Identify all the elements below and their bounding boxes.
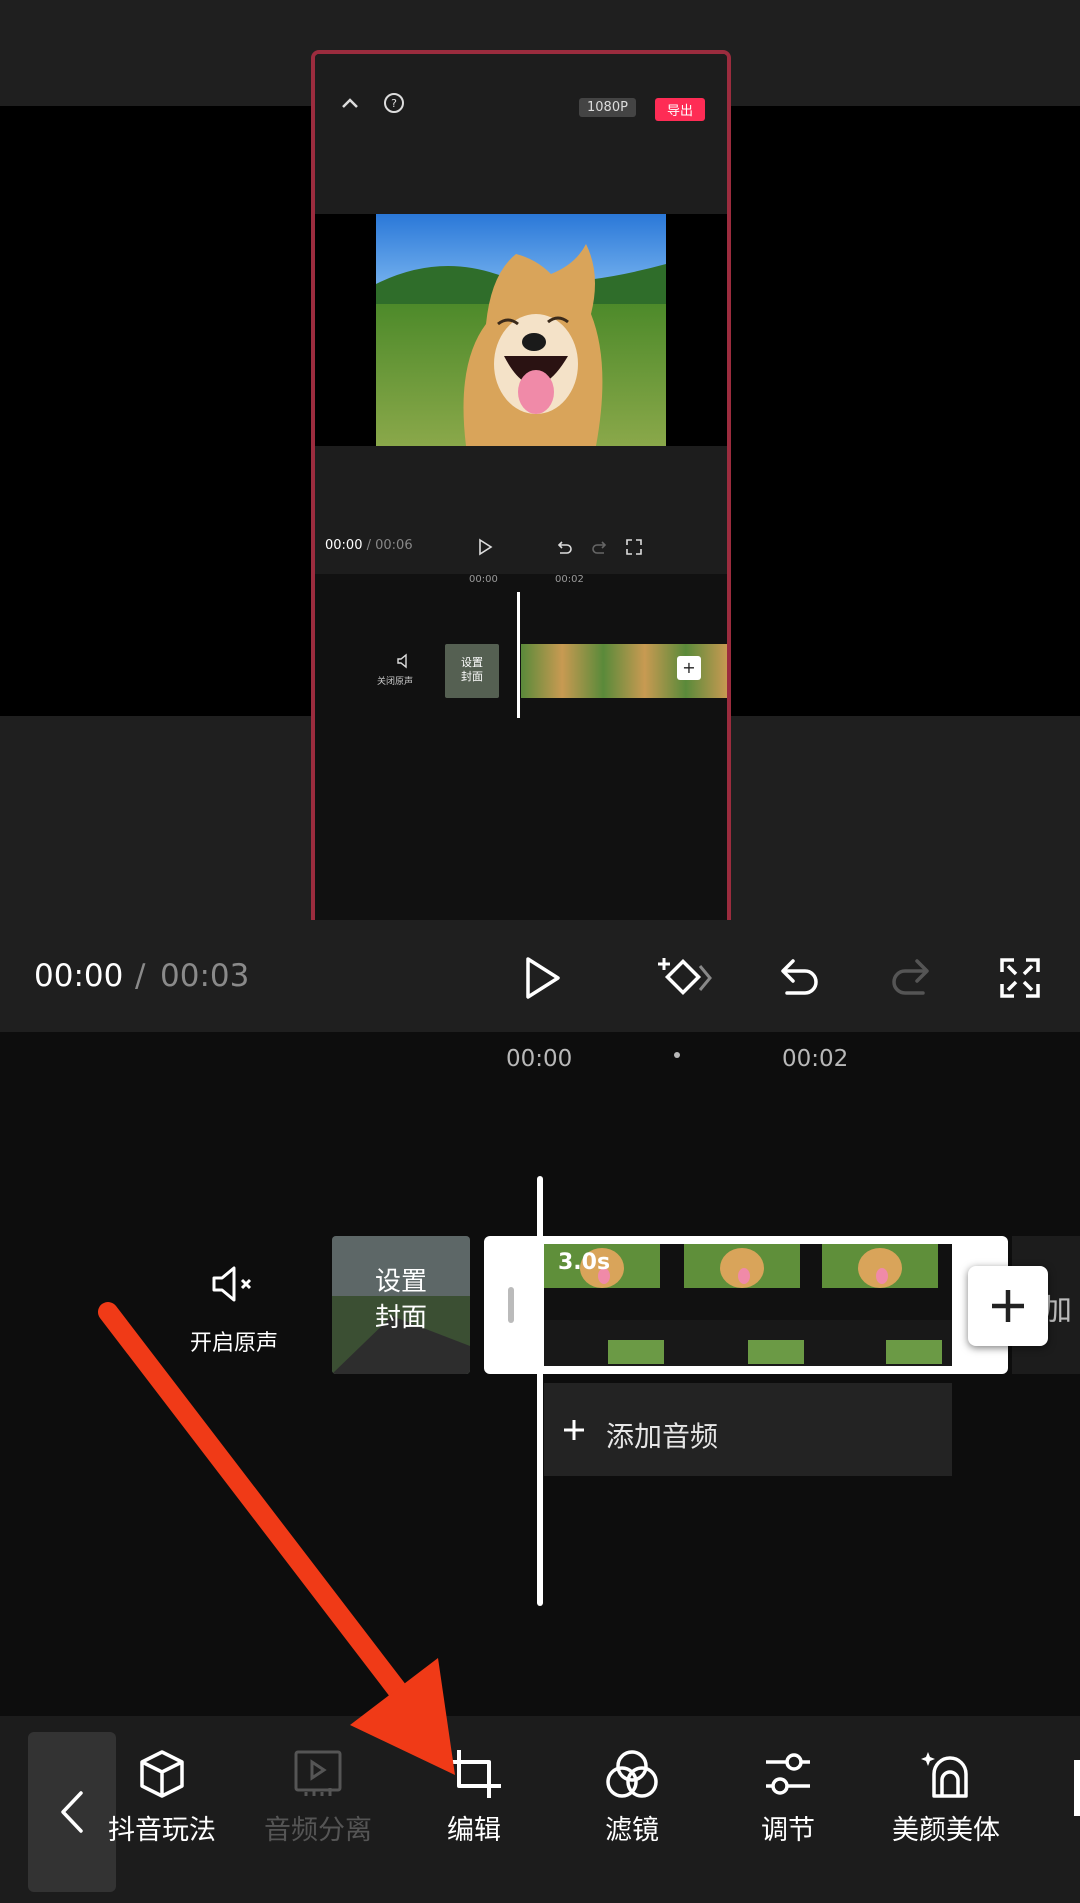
ruler-tick-0: 00:00 — [506, 1046, 573, 1072]
inner-play-icon — [479, 538, 493, 556]
svg-text:?: ? — [391, 97, 397, 110]
time-total: 00:03 — [160, 958, 250, 994]
filter-icon — [606, 1750, 658, 1798]
inner-top-bar — [315, 54, 727, 214]
inner-help-icon: ? — [384, 93, 404, 113]
original-sound-label[interactable]: 开启原声 — [190, 1325, 278, 1357]
tool-adjust[interactable]: 调节 — [708, 1748, 868, 1847]
clip-duration: 3.0s — [558, 1250, 611, 1275]
ruler-dot — [674, 1052, 680, 1058]
add-clip-button[interactable] — [968, 1266, 1048, 1346]
tool-label-beauty: 美颜美体 — [892, 1815, 1000, 1846]
cube-icon — [140, 1750, 184, 1798]
inner-undo-icon — [557, 541, 572, 554]
video-frame[interactable]: ? 1080P 导出 00:00 / 00:06 00:00 00:02 关闭原… — [311, 50, 731, 920]
plus-icon — [992, 1290, 1024, 1322]
original-sound-button[interactable] — [204, 1262, 264, 1306]
dog-photo — [376, 214, 666, 446]
inner-resolution-chip: 1080P — [579, 98, 636, 117]
redo-button[interactable] — [882, 950, 938, 1006]
keyframe-button[interactable] — [654, 950, 718, 1006]
inner-fullscreen-icon — [626, 539, 642, 555]
tool-label-filter: 滤镜 — [605, 1815, 659, 1846]
cover-label-line2: 封面 — [374, 1303, 427, 1333]
inner-collapse-icon — [342, 98, 358, 108]
inner-playhead — [517, 592, 520, 718]
clip-trim-handle[interactable] — [508, 1287, 514, 1323]
time-current: 00:00 — [34, 958, 124, 994]
tool-label-douyin-play: 抖音玩法 — [108, 1815, 216, 1846]
inner-export-chip: 导出 — [655, 98, 706, 121]
crop-icon — [447, 1750, 501, 1798]
set-cover-button[interactable]: 设置 封面 — [332, 1236, 470, 1374]
timeline-playhead[interactable] — [537, 1176, 543, 1606]
tool-filter[interactable]: 滤镜 — [552, 1748, 712, 1847]
tool-beauty[interactable]: 美颜美体 — [866, 1748, 1026, 1847]
tool-label-adjust: 调节 — [761, 1815, 815, 1846]
adjust-icon — [766, 1753, 810, 1795]
inner-timeline — [315, 574, 727, 920]
tool-audio-separate: 音频分离 — [238, 1748, 398, 1847]
inner-cover: 设置 封面 — [445, 644, 499, 698]
fullscreen-button[interactable] — [992, 950, 1048, 1006]
add-audio-label: 添加音频 — [606, 1420, 719, 1453]
inner-ruler-2: 00:02 — [555, 574, 584, 585]
undo-icon — [781, 959, 818, 995]
inner-time-total: 00:06 — [375, 538, 413, 553]
time-separator: / — [135, 958, 146, 994]
tool-label-audio-separate: 音频分离 — [264, 1815, 372, 1846]
play-button[interactable] — [514, 950, 570, 1006]
mute-speaker-icon — [212, 1266, 252, 1302]
next-tool-peek — [1074, 1760, 1080, 1816]
inner-mute-label: 关闭原声 — [377, 677, 414, 687]
inner-ruler-0: 00:00 — [469, 574, 498, 585]
ruler-tick-2: 00:02 — [782, 1046, 849, 1072]
play-icon — [526, 957, 560, 999]
tool-douyin-play[interactable]: 抖音玩法 — [82, 1748, 242, 1847]
inner-time-readout: 00:00 / 00:06 — [325, 538, 413, 553]
keyframe-icon — [658, 958, 712, 996]
inner-add-icon: + — [677, 656, 701, 680]
beauty-icon — [921, 1752, 968, 1798]
tool-edit[interactable]: 编辑 — [394, 1748, 554, 1847]
add-audio-plus-icon — [564, 1420, 584, 1440]
audio-separate-icon — [294, 1750, 342, 1796]
inner-cover-line1: 设置 — [461, 656, 483, 669]
tool-label-edit: 编辑 — [447, 1815, 501, 1846]
undo-button[interactable] — [772, 950, 828, 1006]
inner-cover-line2: 封面 — [461, 670, 483, 683]
inner-redo-icon — [592, 541, 607, 554]
inner-volume-icon — [397, 653, 407, 669]
inner-time-current: 00:00 — [325, 538, 363, 553]
cover-label-line1: 设置 — [374, 1267, 427, 1297]
fullscreen-icon — [1000, 958, 1040, 998]
redo-icon — [892, 959, 929, 995]
